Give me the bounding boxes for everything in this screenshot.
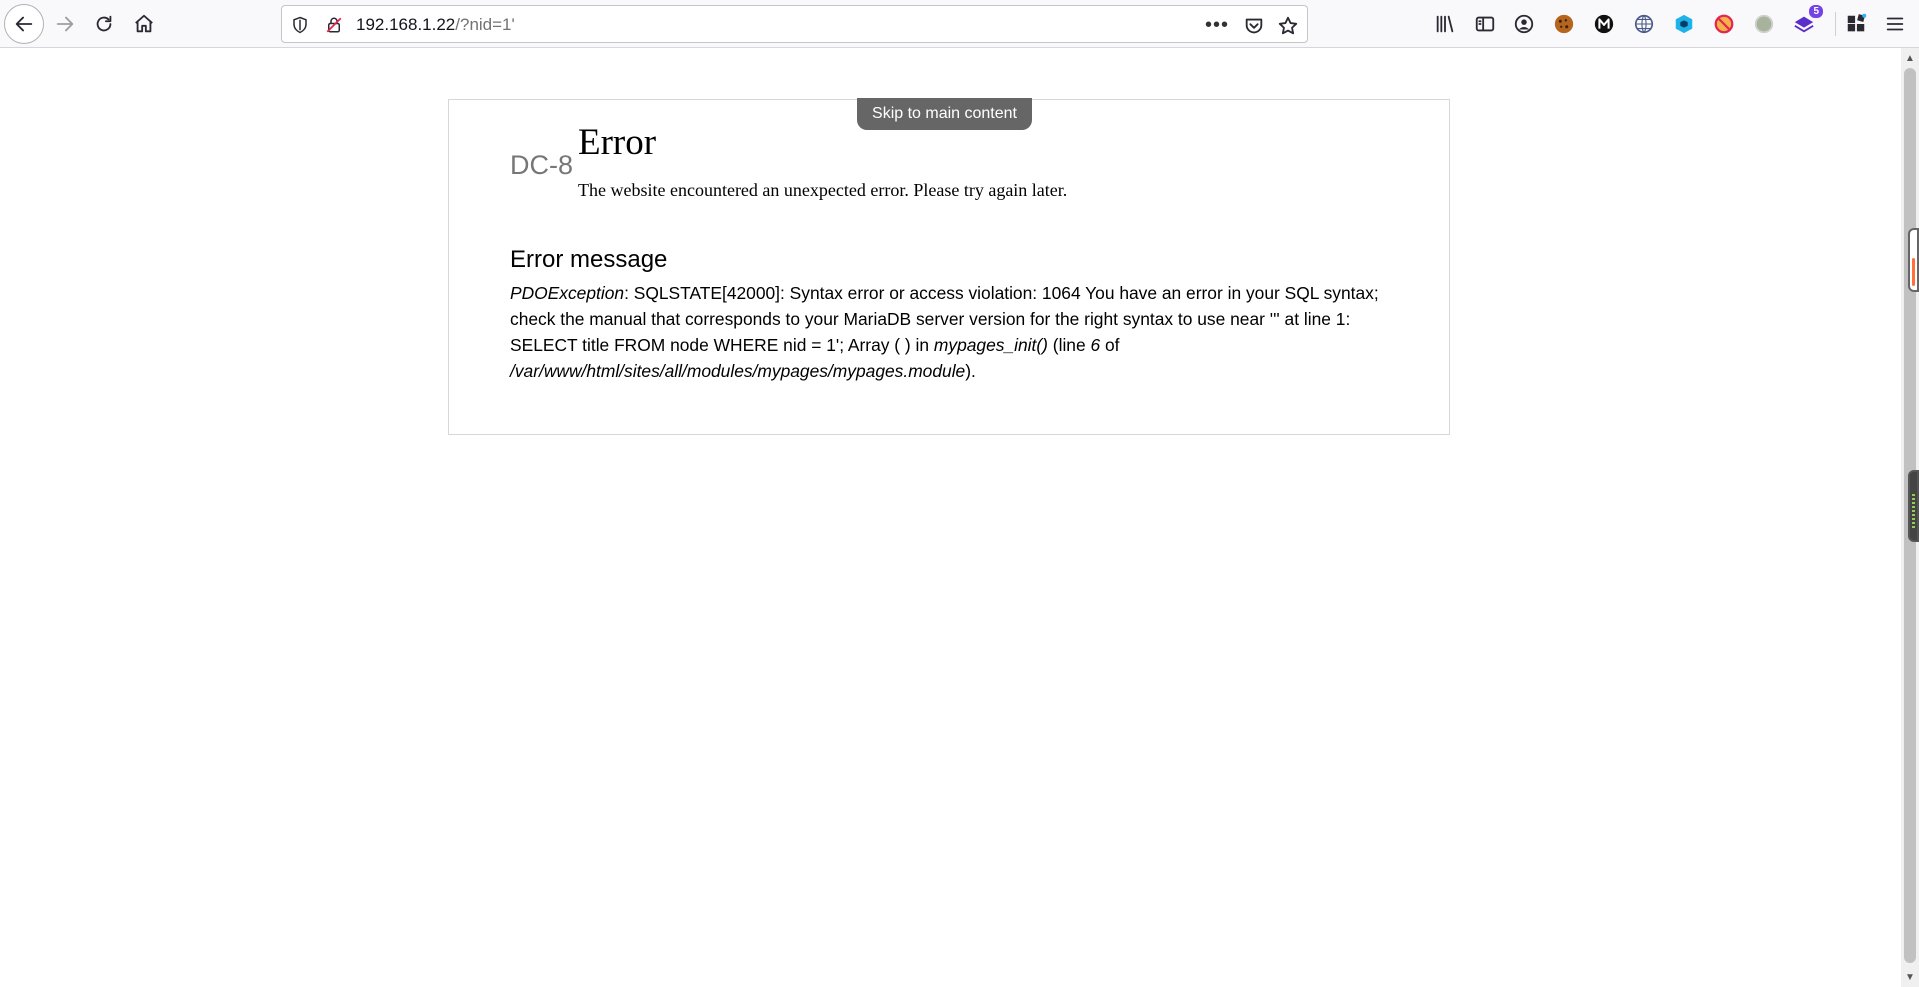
globe-extension-icon[interactable] [1631,11,1657,37]
error-text-end: ). [965,361,976,381]
exception-name: PDOException [510,283,625,303]
browser-toolbar: 192.168.1.22/?nid=1' ••• 5 [0,0,1919,48]
extension-badge: 5 [1809,5,1823,18]
file-path: /var/www/html/sites/all/modules/mypages/… [510,361,966,381]
extensions-icon[interactable] [1843,11,1869,37]
side-meter-indicator [1912,494,1915,528]
reload-icon [96,15,112,32]
error-message-body: PDOException: SQLSTATE[42000]: Syntax er… [510,280,1380,384]
back-button[interactable] [4,4,44,44]
side-panel-indicator [1912,258,1915,286]
home-button[interactable] [124,4,164,44]
url-path: /?nid=1' [455,15,515,34]
url-text[interactable]: 192.168.1.22/?nid=1' [356,15,515,35]
metamask-extension-icon[interactable] [1591,11,1617,37]
status-extension-icon[interactable] [1751,11,1777,37]
hamburger-menu-icon[interactable] [1882,11,1908,37]
cookie-extension-icon[interactable] [1551,11,1577,37]
side-meter-handle[interactable] [1908,470,1919,542]
page-subtitle: The website encountered an unexpected er… [578,180,1068,200]
arrow-left-icon [15,16,33,32]
function-name: mypages_init() [933,335,1048,355]
url-host: 192.168.1.22 [356,15,456,34]
error-text-of: of [1100,335,1120,355]
library-icon[interactable] [1432,11,1458,37]
site-name[interactable]: DC-8 [510,150,573,181]
cube-extension-icon[interactable] [1671,11,1697,37]
error-message-heading: Error message [510,246,668,273]
reload-button[interactable] [84,4,124,44]
account-icon[interactable] [1511,11,1537,37]
blocker-extension-icon[interactable] [1711,11,1737,37]
line-number: 6 [1090,335,1101,355]
scroll-up-icon[interactable]: ▲ [1901,50,1919,66]
toolbar-divider [1835,12,1836,36]
tracking-shield-icon[interactable] [290,15,310,35]
scroll-down-icon[interactable]: ▼ [1901,969,1919,985]
page-title: Error [578,122,657,163]
url-bar[interactable]: 192.168.1.22/?nid=1' ••• [281,5,1308,43]
home-icon [135,14,153,33]
layers-extension-icon[interactable]: 5 [1791,5,1823,37]
skip-to-main-link[interactable]: Skip to main content [857,98,1032,130]
pocket-icon[interactable] [1243,15,1265,37]
ellipsis-icon[interactable]: ••• [1205,14,1229,36]
error-text-line: (line [1047,335,1091,355]
sidebar-icon[interactable] [1472,11,1498,37]
insecure-lock-icon[interactable] [324,15,344,35]
arrow-right-icon [56,16,74,32]
forward-button[interactable] [45,4,85,44]
star-icon[interactable] [1277,15,1299,37]
side-panel-handle[interactable] [1908,228,1919,292]
